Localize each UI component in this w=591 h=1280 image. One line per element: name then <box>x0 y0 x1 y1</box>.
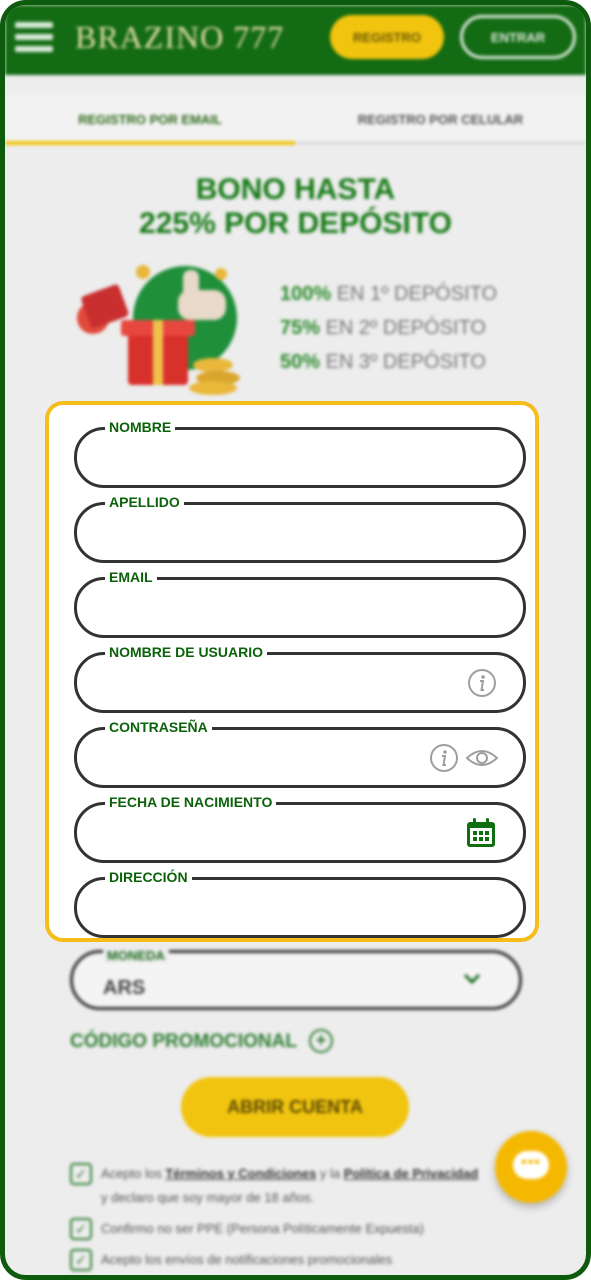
bonus-line-2: 75% EN 2º DEPÓSITO <box>280 317 486 339</box>
chat-button[interactable]: ••• <box>495 1131 567 1203</box>
info-icon[interactable] <box>467 668 497 698</box>
notifications-checkbox[interactable]: ✓ <box>70 1249 92 1271</box>
gift-promo-image <box>77 265 240 395</box>
registration-form-highlight: NOMBRE APELLIDO EMAIL NOMBRE DE USUARIO … <box>45 401 539 942</box>
ppe-checkbox[interactable]: ✓ <box>70 1218 92 1240</box>
brand-logo[interactable]: BRAZINO 777 <box>75 19 284 56</box>
bonus-line-1: 100% EN 1º DEPÓSITO <box>280 283 498 305</box>
birthdate-label: FECHA DE NACIMIENTO <box>105 794 277 810</box>
bonus-title: BONO HASTA 225% POR DEPÓSITO <box>5 173 586 241</box>
bonus-title-line2: 225% POR DEPÓSITO <box>139 207 452 240</box>
username-field[interactable] <box>74 652 526 713</box>
calendar-icon[interactable] <box>465 817 497 849</box>
bonus-title-line1: BONO HASTA <box>195 173 396 206</box>
address-field[interactable] <box>74 877 526 938</box>
last-name-label: APELLIDO <box>105 494 184 510</box>
terms-checkbox[interactable]: ✓ <box>70 1163 92 1185</box>
plus-circle-icon[interactable]: + <box>309 1029 333 1053</box>
top-bar: BRAZINO 777 REGISTRO ENTRAR <box>5 5 586 75</box>
terms-link[interactable]: Términos y Condiciones <box>165 1166 316 1181</box>
username-label: NOMBRE DE USUARIO <box>105 644 268 660</box>
tab-divider <box>295 142 586 144</box>
menu-icon[interactable] <box>15 22 53 52</box>
registration-tabs: REGISTRO POR EMAIL REGISTRO POR CELULAR <box>5 93 586 145</box>
terms-text: Acepto los Términos y Condiciones y la P… <box>101 1166 479 1181</box>
info-icon[interactable] <box>429 743 459 773</box>
first-name-field[interactable] <box>74 427 526 488</box>
promo-code-toggle[interactable]: CÓDIGO PROMOCIONAL <box>70 1031 297 1053</box>
currency-label: MONEDA <box>103 948 169 963</box>
ppe-text: Confirmo no ser PPE (Persona Políticamen… <box>101 1221 424 1236</box>
privacy-link[interactable]: Política de Privacidad <box>344 1166 478 1181</box>
bonus-line-3: 50% EN 3º DEPÓSITO <box>280 351 486 373</box>
chevron-down-icon[interactable] <box>463 969 481 990</box>
phone-frame: BRAZINO 777 REGISTRO ENTRAR REGISTRO POR… <box>0 0 591 1280</box>
first-name-label: NOMBRE <box>105 419 176 435</box>
open-account-button[interactable]: ABRIR CUENTA <box>181 1077 409 1137</box>
email-label: EMAIL <box>105 569 157 585</box>
active-tab-indicator <box>5 141 295 145</box>
login-button[interactable]: ENTRAR <box>460 15 576 59</box>
password-label: CONTRASEÑA <box>105 719 212 735</box>
email-field[interactable] <box>74 577 526 638</box>
tab-email-registration[interactable]: REGISTRO POR EMAIL <box>5 93 295 145</box>
chat-icon: ••• <box>513 1151 549 1179</box>
birthdate-field[interactable] <box>74 802 526 863</box>
register-button[interactable]: REGISTRO <box>330 15 444 59</box>
terms-text-line2: y declaro que soy mayor de 18 años. <box>101 1190 315 1205</box>
address-label: DIRECCIÓN <box>105 869 192 885</box>
tab-phone-registration[interactable]: REGISTRO POR CELULAR <box>295 93 586 145</box>
notifications-text: Acepto los envíos de notificaciones prom… <box>101 1252 393 1267</box>
currency-value: ARS <box>103 977 146 999</box>
last-name-field[interactable] <box>74 502 526 563</box>
eye-icon[interactable] <box>465 746 499 770</box>
